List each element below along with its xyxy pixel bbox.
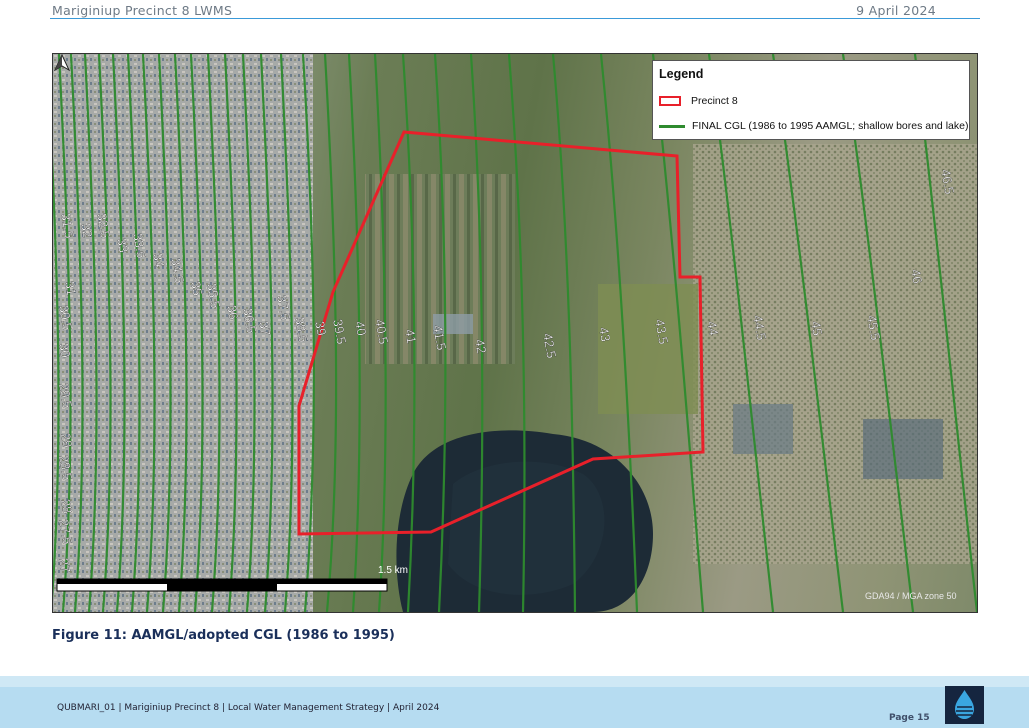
- cgl-line-icon: [659, 124, 685, 128]
- header-date: 9 April 2024: [856, 3, 936, 18]
- scale-label: 1.5 km: [378, 565, 409, 576]
- contour-label: 39.5: [330, 318, 349, 346]
- north-arrow-icon: [53, 54, 71, 72]
- figure-caption: Figure 11: AAMGL/adopted CGL (1986 to 19…: [52, 628, 395, 643]
- contour-label: 34: [150, 252, 167, 269]
- contour-label: 27: [56, 557, 73, 574]
- contour-label: 30: [56, 342, 73, 359]
- contour-label: 42.5: [540, 332, 559, 360]
- contour-label: 46: [908, 268, 925, 285]
- legend-item-label: FINAL CGL (1986 to 1995 AAMGL; shallow b…: [692, 120, 969, 132]
- grass-paddock: [598, 284, 698, 414]
- header-rule: [50, 18, 980, 19]
- water-drop-logo-icon: [945, 686, 984, 724]
- legend-item-label: Precinct 8: [691, 95, 738, 107]
- groundwater-map: 31.5 32 32.5 33 33.5 34 34.5 35 35.5 36 …: [52, 53, 978, 613]
- bushland: [693, 144, 977, 564]
- crs-label: GDA94 / MGA zone 50: [865, 591, 957, 601]
- precinct-outline-icon: [659, 96, 681, 106]
- contour-label: 39: [312, 320, 329, 337]
- contour-label: 29: [58, 432, 75, 449]
- contour-label: 36: [224, 304, 241, 321]
- map-legend: Legend Precinct 8 FINAL CGL (1986 to 199…: [652, 60, 970, 140]
- header-title: Mariginiup Precinct 8 LWMS: [52, 3, 233, 18]
- legend-item-precinct: Precinct 8: [659, 95, 738, 107]
- footer-text: QUBMARI_01 | Mariginiup Precinct 8 | Loc…: [57, 703, 440, 713]
- page-number: Page 15: [889, 713, 930, 723]
- contour-label: 37: [256, 320, 273, 337]
- contour-label: 42: [472, 338, 489, 355]
- contour-label: 33: [114, 237, 131, 254]
- contour-label: 45: [808, 320, 825, 337]
- contour-label: 35: [188, 280, 205, 297]
- contour-label: 32: [78, 222, 95, 239]
- scale-bar: [56, 578, 388, 592]
- legend-item-cgl: FINAL CGL (1986 to 1995 AAMGL; shallow b…: [659, 120, 968, 132]
- contour-label: 43: [596, 326, 613, 343]
- contour-label: 40: [352, 320, 369, 337]
- contour-label: 28: [58, 498, 75, 515]
- contour-label: 31: [62, 280, 79, 297]
- contour-label: 41: [402, 328, 419, 345]
- contour-label: 44: [704, 320, 721, 337]
- legend-title: Legend: [659, 67, 704, 81]
- footer-band-light: [0, 676, 1029, 687]
